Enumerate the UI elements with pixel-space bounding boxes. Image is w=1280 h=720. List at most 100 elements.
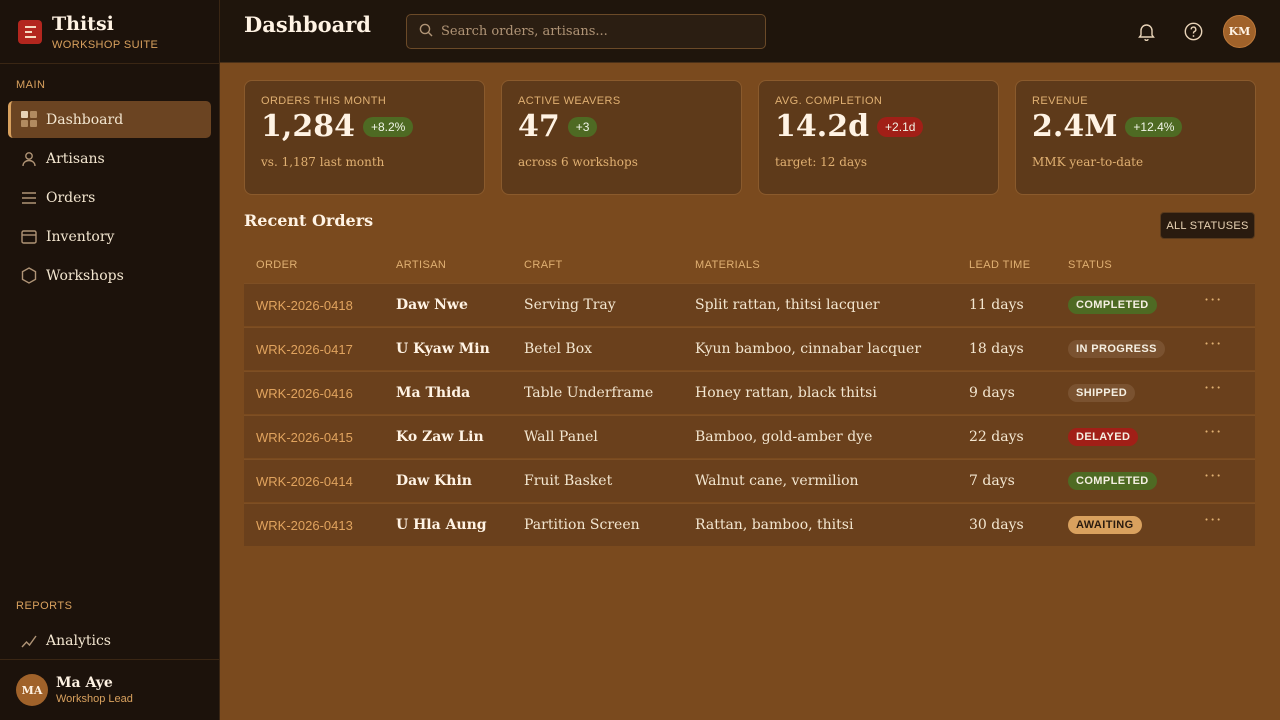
user-profile[interactable]: MA Ma Aye Workshop Lead [0, 659, 219, 720]
materials-text: Walnut cane, vermilion [695, 473, 859, 489]
table-row[interactable]: WRK-2026-0413 U Hla Aung Partition Scree… [244, 503, 1255, 546]
stat-card-weavers: ACTIVE WEAVERS 47 +3 across 6 workshops [501, 80, 742, 195]
stat-note: vs. 1,187 last month [261, 155, 385, 169]
more-actions-icon[interactable]: ··· [1204, 334, 1222, 353]
sidebar-item-label: Artisans [46, 150, 105, 167]
stat-value: 2.4M [1032, 109, 1118, 144]
order-id-link[interactable]: WRK-2026-0418 [256, 298, 353, 313]
lead-time: 22 days [969, 429, 1024, 445]
column-header-lead-time[interactable]: LEAD TIME [969, 259, 1030, 271]
status-badge: COMPLETED [1068, 472, 1157, 490]
recent-orders-title: Recent Orders [244, 211, 374, 230]
table-row[interactable]: WRK-2026-0415 Ko Zaw Lin Wall Panel Bamb… [244, 415, 1255, 458]
more-actions-icon[interactable]: ··· [1204, 378, 1222, 397]
more-actions-icon[interactable]: ··· [1204, 422, 1222, 441]
stat-note: across 6 workshops [518, 155, 638, 169]
hexagon-icon [20, 267, 38, 285]
stat-delta-badge: +3 [567, 117, 598, 137]
help-icon[interactable] [1182, 20, 1204, 42]
table-row[interactable]: WRK-2026-0418 Daw Nwe Serving Tray Split… [244, 283, 1255, 326]
user-avatar[interactable]: KM [1223, 15, 1256, 48]
stat-note: target: 12 days [775, 155, 868, 169]
search-box[interactable] [406, 14, 766, 49]
sidebar-item-label: Orders [46, 189, 96, 206]
order-id-link[interactable]: WRK-2026-0413 [256, 518, 353, 533]
sidebar-item-label: Inventory [46, 228, 115, 245]
table-row[interactable]: WRK-2026-0417 U Kyaw Min Betel Box Kyun … [244, 327, 1255, 370]
lead-time: 7 days [969, 473, 1015, 489]
table-row[interactable]: WRK-2026-0414 Daw Khin Fruit Basket Waln… [244, 459, 1255, 502]
box-icon [20, 228, 38, 246]
bell-icon[interactable] [1135, 20, 1157, 42]
section-label-reports: REPORTS [16, 600, 73, 612]
brand: Thitsi WORKSHOP SUITE [0, 0, 219, 64]
stat-label: AVG. COMPLETION [775, 95, 883, 107]
materials-text: Kyun bamboo, cinnabar lacquer [695, 341, 922, 357]
artisan-name: Daw Nwe [396, 297, 468, 313]
craft-name: Fruit Basket [524, 473, 613, 489]
user-name: Ma Aye [56, 675, 113, 691]
brand-name: Thitsi [52, 12, 114, 35]
status-badge: DELAYED [1068, 428, 1139, 446]
stat-delta-badge: +8.2% [362, 117, 414, 137]
status-filter-button[interactable]: ALL STATUSES [1160, 212, 1255, 239]
stat-delta-badge: +2.1d [877, 117, 924, 137]
user-role: Workshop Lead [56, 693, 133, 705]
sidebar-item-artisans[interactable]: Artisans [8, 140, 211, 177]
sidebar-item-orders[interactable]: Orders [8, 179, 211, 216]
materials-text: Rattan, bamboo, thitsi [695, 517, 854, 533]
craft-name: Table Underframe [524, 385, 654, 401]
stat-card-orders: ORDERS THIS MONTH 1,284 +8.2% vs. 1,187 … [244, 80, 485, 195]
column-header-craft[interactable]: CRAFT [524, 259, 563, 271]
stat-value: 14.2d [775, 109, 870, 144]
stat-value: 1,284 [261, 109, 355, 144]
craft-name: Partition Screen [524, 517, 640, 533]
artisan-name: Ma Thida [396, 385, 471, 401]
more-actions-icon[interactable]: ··· [1204, 290, 1222, 309]
sidebar-item-label: Dashboard [46, 111, 124, 128]
table-row[interactable]: WRK-2026-0416 Ma Thida Table Underframe … [244, 371, 1255, 414]
more-actions-icon[interactable]: ··· [1204, 466, 1222, 485]
top-bar: Dashboard KM [220, 0, 1280, 63]
column-header-order[interactable]: ORDER [256, 259, 298, 271]
sidebar-item-workshops[interactable]: Workshops [8, 257, 211, 294]
column-header-materials[interactable]: MATERIALS [695, 259, 760, 271]
artisan-name: U Kyaw Min [396, 341, 490, 357]
stat-value: 47 [518, 109, 560, 144]
grid-icon [20, 111, 38, 129]
order-id-link[interactable]: WRK-2026-0414 [256, 474, 353, 489]
artisan-name: U Hla Aung [396, 517, 487, 533]
column-header-status[interactable]: STATUS [1068, 259, 1112, 271]
sidebar-item-label: Analytics [46, 632, 111, 649]
sidebar-item-inventory[interactable]: Inventory [8, 218, 211, 255]
status-badge: AWAITING [1068, 516, 1142, 534]
materials-text: Split rattan, thitsi lacquer [695, 297, 880, 313]
artisan-name: Daw Khin [396, 473, 472, 489]
sidebar-item-dashboard[interactable]: Dashboard [8, 101, 211, 138]
section-label-main: MAIN [16, 79, 46, 91]
status-badge: SHIPPED [1068, 384, 1136, 402]
lead-time: 18 days [969, 341, 1024, 357]
user-icon [20, 150, 38, 168]
more-actions-icon[interactable]: ··· [1204, 510, 1222, 529]
search-input[interactable] [441, 24, 741, 39]
stat-card-completion: AVG. COMPLETION 14.2d +2.1d target: 12 d… [758, 80, 999, 195]
chart-line-icon [20, 632, 38, 650]
column-header-artisan[interactable]: ARTISAN [396, 259, 446, 271]
order-id-link[interactable]: WRK-2026-0416 [256, 386, 353, 401]
stat-delta-badge: +12.4% [1125, 117, 1183, 137]
sidebar: Thitsi WORKSHOP SUITE MAIN Dashboard Art… [0, 0, 220, 720]
stat-card-revenue: REVENUE 2.4M +12.4% MMK year-to-date [1015, 80, 1256, 195]
order-id-link[interactable]: WRK-2026-0417 [256, 342, 353, 357]
stat-label: ORDERS THIS MONTH [261, 95, 387, 107]
menu-logo-icon[interactable] [18, 19, 42, 44]
list-icon [20, 189, 38, 207]
status-badge: IN PROGRESS [1068, 340, 1165, 358]
order-id-link[interactable]: WRK-2026-0415 [256, 430, 353, 445]
stat-label: ACTIVE WEAVERS [518, 95, 621, 107]
artisan-name: Ko Zaw Lin [396, 429, 484, 445]
materials-text: Honey rattan, black thitsi [695, 385, 877, 401]
sidebar-item-analytics[interactable]: Analytics [8, 622, 211, 659]
sidebar-item-label: Workshops [46, 267, 124, 284]
status-badge: COMPLETED [1068, 296, 1157, 314]
